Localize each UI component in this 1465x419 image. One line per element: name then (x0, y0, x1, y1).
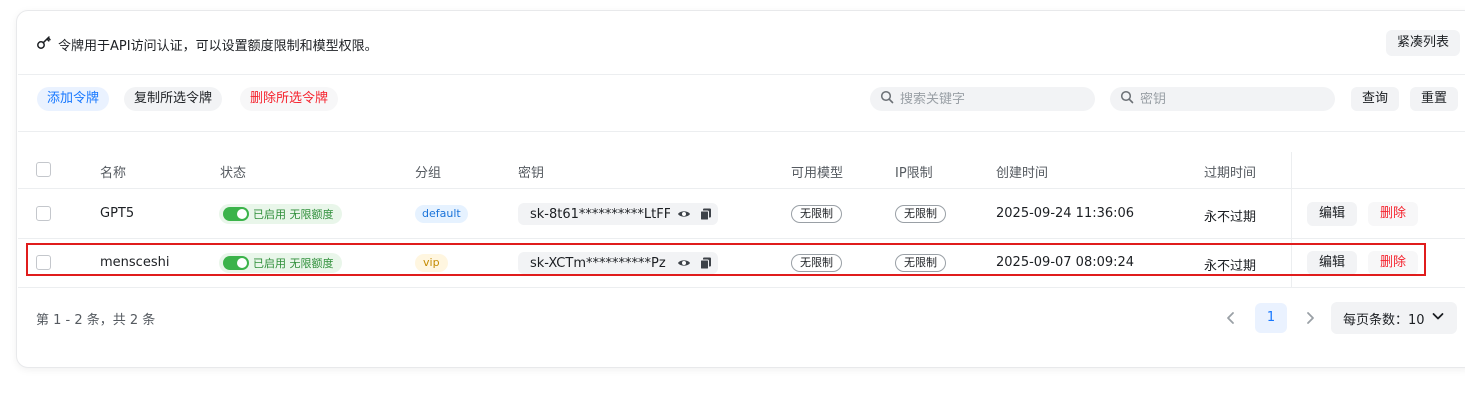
created-time: 2025-09-24 11:36:06 (996, 206, 1135, 221)
pagination-info: 第 1 - 2 条，共 2 条 (36, 313, 156, 328)
key-text: sk-8t61**********LtFF (530, 206, 670, 222)
column-header-group: 分组 (415, 166, 442, 181)
reset-button[interactable]: 重置 (1410, 87, 1459, 111)
chevron-down-icon (1431, 309, 1445, 327)
key-icon (36, 34, 52, 54)
table-bottom-divider (18, 287, 1465, 288)
column-header-name: 名称 (100, 166, 127, 181)
edit-button[interactable]: 编辑 (1307, 202, 1358, 226)
column-header-ip-limit: IP限制 (895, 166, 933, 181)
key-search-input[interactable] (1140, 91, 1310, 107)
status-badge[interactable]: 已启用 无限额度 (219, 204, 342, 224)
group-tag: default (415, 205, 468, 223)
copy-icon[interactable] (698, 206, 714, 222)
status-text: 已启用 无限额度 (253, 208, 334, 221)
tokens-card (16, 10, 1465, 368)
page-number-button[interactable]: 1 (1255, 303, 1287, 333)
delete-selected-button[interactable]: 删除所选令牌 (240, 87, 339, 111)
key-field: sk-8t61**********LtFF (518, 203, 718, 225)
row-checkbox[interactable] (36, 206, 51, 221)
compact-list-button[interactable]: 紧凑列表 (1385, 30, 1460, 56)
add-token-button[interactable]: 添加令牌 (37, 87, 110, 111)
keyword-search-input[interactable] (900, 91, 1070, 107)
column-header-created: 创建时间 (996, 166, 1049, 181)
column-header-status: 状态 (220, 166, 247, 181)
copy-selected-button[interactable]: 复制所选令牌 (124, 87, 223, 111)
row-divider (18, 238, 1465, 239)
query-button[interactable]: 查询 (1351, 87, 1400, 111)
enabled-toggle[interactable] (223, 207, 249, 221)
search-icon (1120, 90, 1134, 108)
row-highlight-box (26, 243, 1426, 276)
chevron-left-icon[interactable] (1219, 306, 1243, 330)
notice-text: 令牌用于API访问认证，可以设置额度限制和模型权限。 (58, 38, 378, 54)
delete-button[interactable]: 删除 (1368, 202, 1419, 226)
column-header-models: 可用模型 (791, 166, 844, 181)
chevron-right-icon[interactable] (1298, 306, 1322, 330)
notice-bar: 令牌用于API访问认证，可以设置额度限制和模型权限。 (36, 34, 378, 54)
toolbar-divider (18, 131, 1465, 132)
page-size-label: 每页条数：10 (1343, 312, 1425, 328)
search-icon (880, 90, 894, 108)
keyword-search-field[interactable] (870, 87, 1095, 111)
page-size-select[interactable]: 每页条数：10 (1331, 302, 1457, 334)
ip-limit-pill: 无限制 (895, 205, 946, 223)
token-name: GPT5 (100, 206, 135, 221)
header-divider (18, 74, 1465, 75)
expire-time: 永不过期 (1204, 210, 1257, 225)
column-header-expires: 过期时间 (1204, 166, 1257, 181)
eye-icon[interactable] (676, 206, 692, 222)
header-row-divider (18, 188, 1465, 189)
select-all-checkbox[interactable] (36, 162, 51, 177)
column-header-key: 密钥 (518, 166, 545, 181)
models-pill: 无限制 (791, 205, 842, 223)
key-search-field[interactable] (1110, 87, 1335, 111)
